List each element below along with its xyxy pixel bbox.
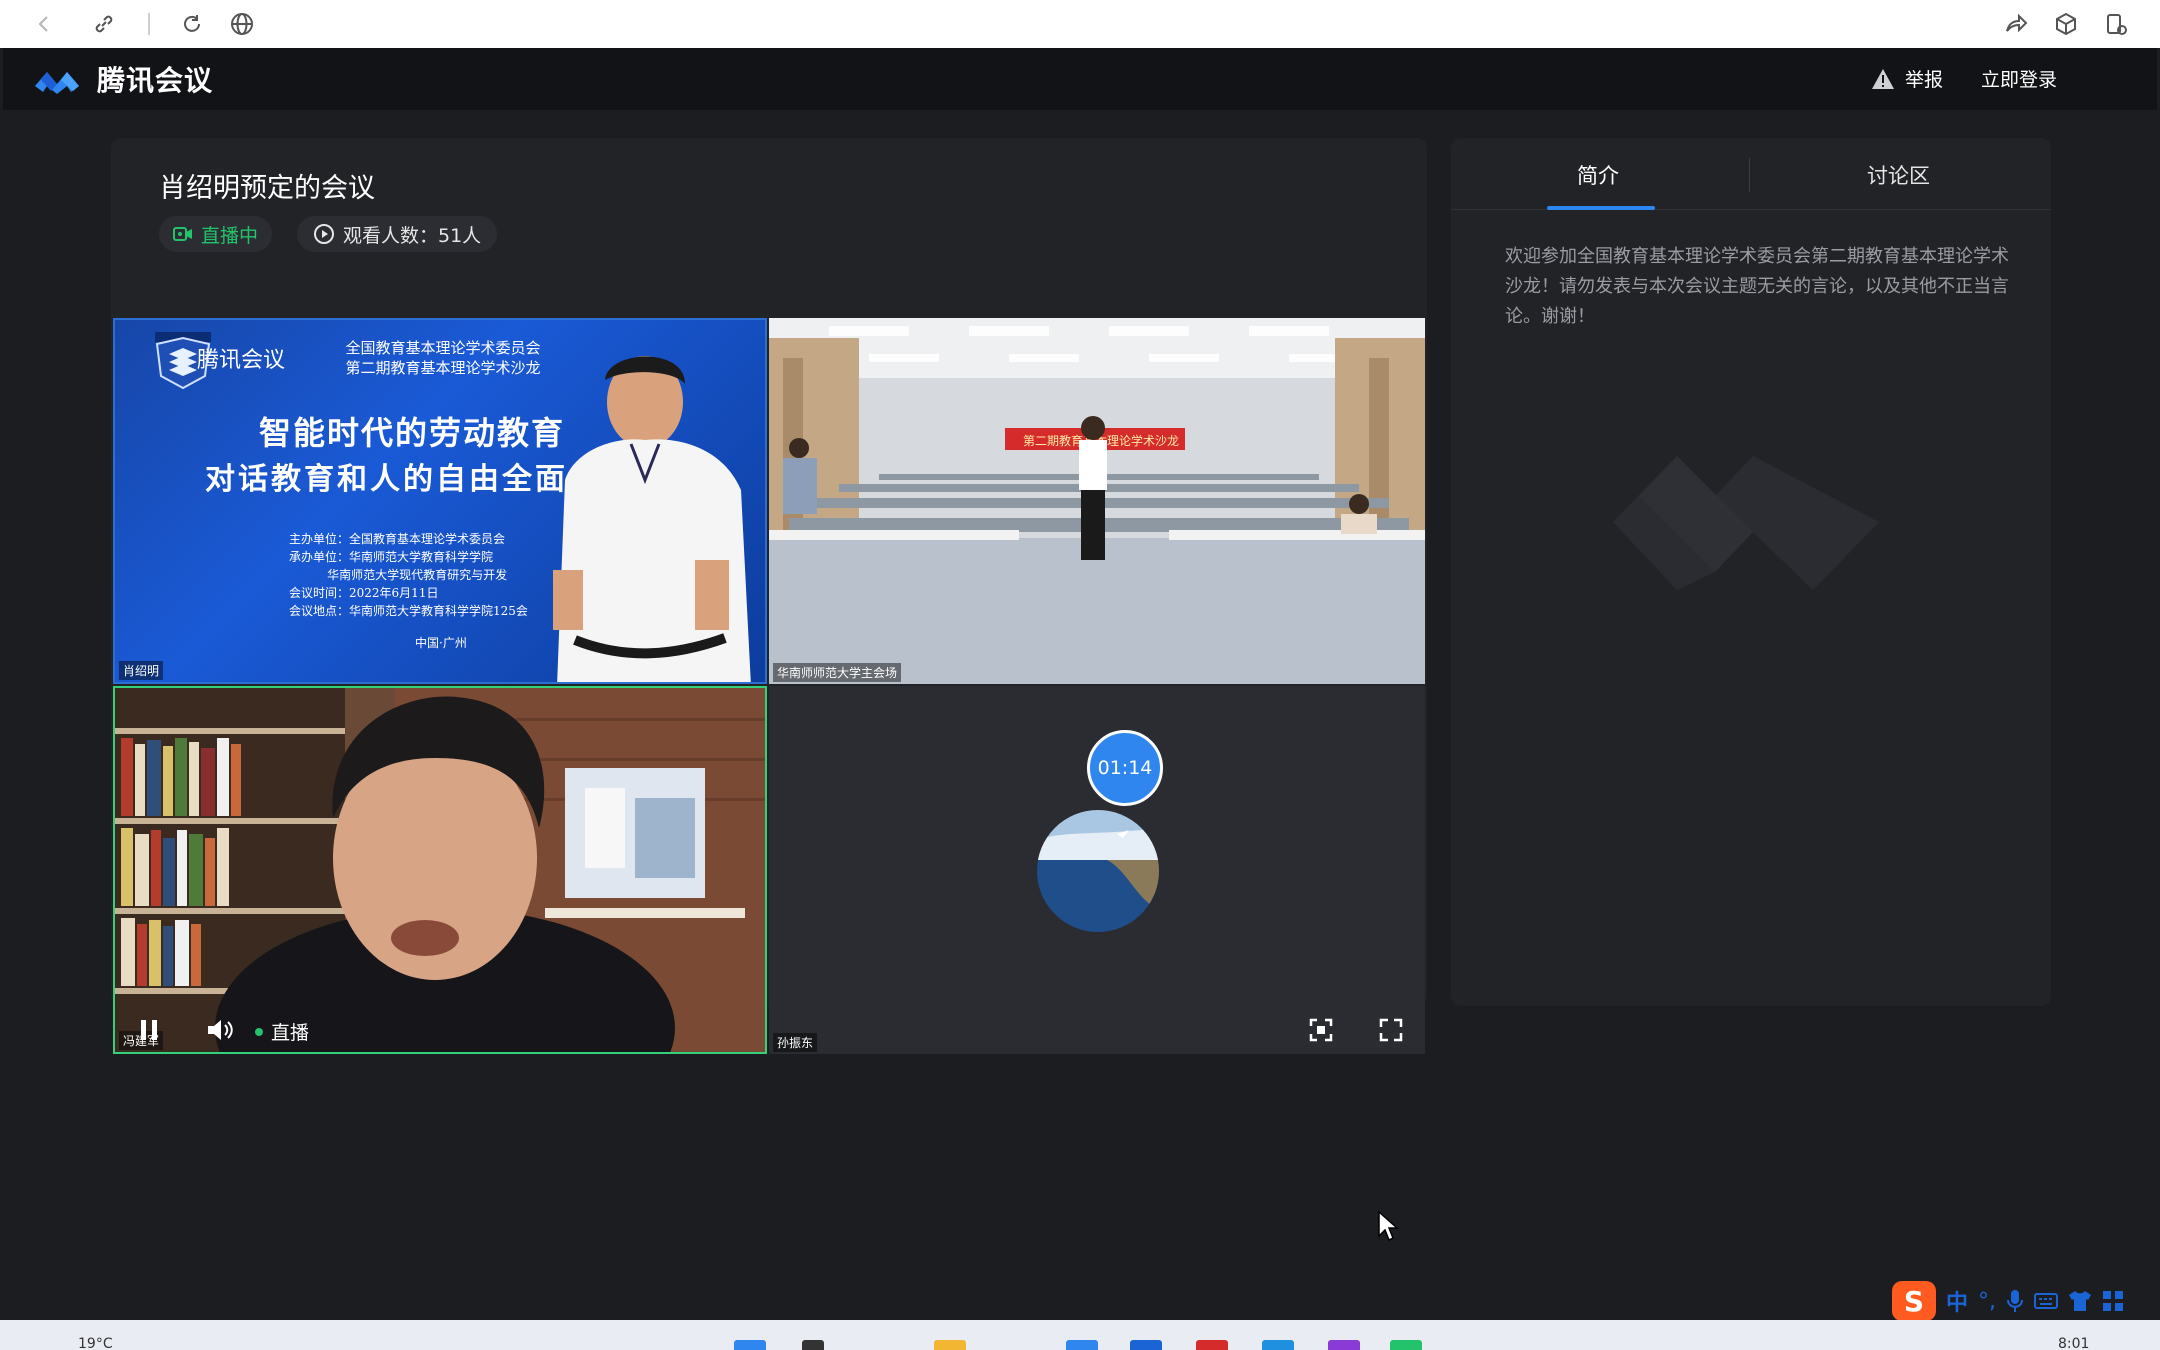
microphone-icon[interactable]	[2006, 1289, 2024, 1313]
call-timer: 01:14	[1087, 730, 1163, 806]
tab-intro[interactable]: 简介	[1577, 160, 1619, 190]
keyboard-icon[interactable]	[2034, 1292, 2059, 1310]
video-tile-main-venue[interactable]: 第二期教育基本理论学术沙龙 华南师师范大学主会场	[769, 318, 1425, 684]
cube-icon[interactable]	[2050, 8, 2082, 40]
meeting-title: 肖绍明预定的会议	[159, 173, 375, 204]
live-dot-icon	[255, 1027, 263, 1036]
search-icon[interactable]	[802, 1340, 824, 1350]
purple-app-icon[interactable]	[1328, 1340, 1360, 1350]
file-explorer-icon[interactable]	[934, 1340, 966, 1350]
ime-toolbar: S 中 °,	[1892, 1278, 2160, 1324]
live-indicator: 直播	[255, 1018, 309, 1045]
brand-name: 腾讯会议	[97, 64, 214, 97]
tab-discussion[interactable]: 讨论区	[1867, 160, 1930, 190]
mouse-cursor-icon	[1378, 1210, 1399, 1242]
skin-shirt-icon[interactable]	[2068, 1290, 2092, 1312]
fullscreen-icon[interactable]	[1377, 1016, 1405, 1044]
viewer-count-badge: 观看人数：51人	[297, 216, 498, 252]
start-icon[interactable]	[734, 1340, 766, 1350]
tencent-meeting-logo-icon	[35, 72, 79, 94]
tab-divider	[1749, 158, 1750, 192]
video-tile-speaker[interactable]: 冯建军	[113, 686, 767, 1054]
link-icon[interactable]	[88, 8, 120, 40]
volume-icon[interactable]	[205, 1016, 237, 1044]
toolbar-divider	[148, 13, 150, 35]
video-grid[interactable]: 腾讯会议 全国教育基本理论学术委员会 第二期教育基本理论学术沙龙 智能时代的劳动…	[113, 318, 1425, 1054]
slide-details: 主办单位：全国教育基本理论学术委员会 承办单位：华南师范大学教育科学学院 华南师…	[289, 532, 528, 618]
slide-title-line2: 对话教育和人的自由全面	[205, 462, 568, 497]
meeting-panel: 肖绍明预定的会议 直播中 观看人数：51人 腾讯会议 全国教育基本理论学术委员会…	[111, 138, 1427, 1054]
active-tab-indicator	[1547, 206, 1655, 210]
sogou-ime-icon[interactable]: S	[1892, 1281, 1936, 1321]
red-app-icon[interactable]	[1196, 1340, 1228, 1350]
video-camera-icon	[173, 227, 192, 241]
warning-icon	[1872, 68, 1894, 89]
weather-temperature[interactable]: 19°C	[78, 1336, 113, 1350]
slide-organizer: 全国教育基本理论学术委员会 第二期教育基本理论学术沙龙	[333, 338, 553, 378]
tencent-meeting-watermark-icon	[1613, 456, 1879, 590]
app-header: 腾讯会议 举报 立即登录	[3, 48, 2157, 110]
presenter-figure	[553, 356, 751, 682]
report-button[interactable]: 举报	[1871, 65, 1943, 92]
avatar	[1037, 810, 1159, 932]
app-window: 腾讯会议 举报 立即登录 肖绍明预定的会议 直播中 观看人数：51人 腾讯会议 …	[3, 48, 2157, 1320]
ime-mode-indicator[interactable]: 中	[1946, 1285, 1968, 1317]
classroom-scene: 第二期教育基本理论学术沙龙	[769, 318, 1425, 684]
play-circle-icon	[314, 224, 334, 244]
participant-name: 肖绍明	[119, 661, 164, 680]
login-button[interactable]: 立即登录	[1981, 65, 2057, 92]
viewer-count-label: 观看人数：51人	[343, 224, 482, 247]
video-tile-audio-only[interactable]: 01:14 孙振东	[769, 686, 1425, 1054]
info-panel: 简介 讨论区 欢迎参加全国教育基本理论学术委员会第二期教育基本理论学术沙龙！请勿…	[1451, 138, 2051, 1006]
extension-icon[interactable]	[2100, 8, 2132, 40]
back-icon[interactable]	[28, 8, 60, 40]
system-clock[interactable]: 8:01	[2058, 1336, 2089, 1350]
browser-toolbar	[0, 0, 2160, 48]
slide-logo-text: 腾讯会议	[197, 348, 286, 373]
edge-app-icon[interactable]	[1262, 1340, 1294, 1350]
live-status-label: 直播中	[201, 224, 259, 247]
live-indicator-label: 直播	[271, 1022, 310, 1044]
wechat-app-icon[interactable]	[1390, 1340, 1422, 1350]
seascape-avatar-image	[1037, 810, 1159, 932]
live-status-badge: 直播中	[159, 216, 273, 252]
pause-icon[interactable]	[135, 1016, 163, 1044]
share-icon[interactable]	[2000, 8, 2032, 40]
brand-logo[interactable]: 腾讯会议	[33, 60, 213, 98]
grid-menu-icon[interactable]	[2102, 1290, 2124, 1312]
slide-title-line1: 智能时代的劳动教育	[259, 414, 566, 452]
player-controls: 直播	[113, 1006, 1425, 1054]
bookshelf-scene	[115, 688, 765, 1052]
intro-description: 欢迎参加全国教育基本理论学术委员会第二期教育基本理论学术沙龙！请勿发表与本次会议…	[1505, 246, 2009, 327]
slide-org-line1: 全国教育基本理论学术委员会	[345, 339, 541, 357]
panel-tabs: 简介 讨论区	[1451, 138, 2051, 210]
participant-name: 华南师师范大学主会场	[773, 663, 902, 682]
slide-org-line2: 第二期教育基本理论学术沙龙	[345, 359, 541, 377]
report-label: 举报	[1905, 69, 1944, 91]
slide-location: 中国·广州	[415, 636, 467, 650]
globe-icon[interactable]	[226, 8, 258, 40]
os-taskbar: 19°C 8:01	[0, 1320, 2160, 1350]
mail-app-icon[interactable]	[1130, 1340, 1162, 1350]
video-tile-presenter[interactable]: 腾讯会议 全国教育基本理论学术委员会 第二期教育基本理论学术沙龙 智能时代的劳动…	[113, 318, 767, 684]
screenshot-icon[interactable]	[1307, 1016, 1335, 1044]
browser-app-icon[interactable]	[1066, 1340, 1098, 1350]
reload-icon[interactable]	[176, 8, 208, 40]
punctuation-icon[interactable]: °,	[1978, 1289, 1996, 1314]
